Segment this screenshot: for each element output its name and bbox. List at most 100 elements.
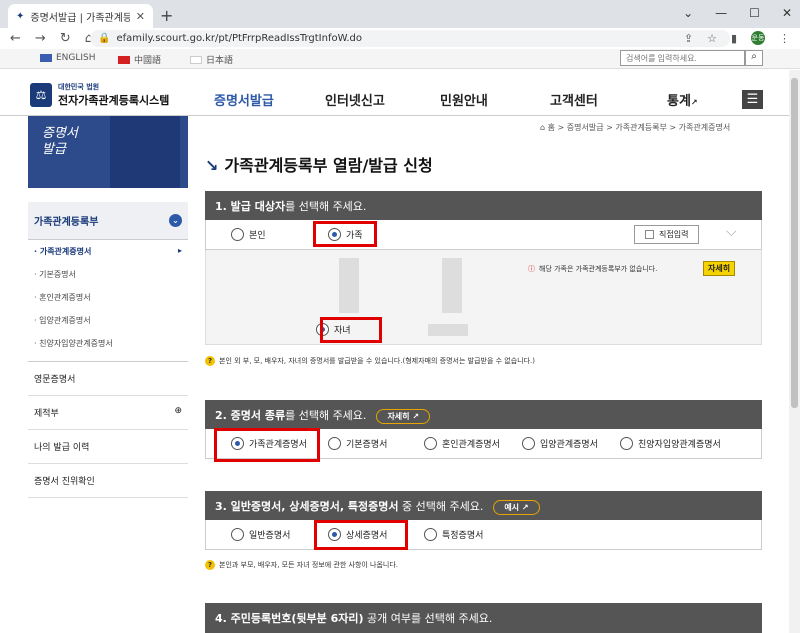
scrollbar-thumb[interactable] xyxy=(791,78,798,408)
highlight-family-cert xyxy=(214,428,320,462)
sidebar-item-label: 증명서 진위확인 xyxy=(34,477,95,487)
sidebar-item-family-cert[interactable]: · 가족관계증명서 ▸ xyxy=(34,240,182,263)
minimize-icon[interactable]: — xyxy=(715,6,727,20)
url-text: efamily.scourt.go.kr/pt/PtFrrpReadIssTrg… xyxy=(116,33,362,44)
close-icon[interactable]: ✕ xyxy=(136,10,145,23)
radio-self[interactable]: 본인 xyxy=(231,228,266,241)
direct-input-button[interactable]: 직접입력 xyxy=(634,225,700,244)
sidebar-item-basic-cert[interactable]: · 기본증명서 xyxy=(34,263,182,286)
step4-bold: 4. 주민등록번호(뒷부분 6자리) xyxy=(215,612,364,625)
sidebar-banner: 증명서 발급 xyxy=(28,116,188,188)
hamburger-menu-icon[interactable]: ☰ xyxy=(742,90,763,109)
question-icon: ? xyxy=(205,560,215,570)
plus-circle-icon[interactable]: ⊕ xyxy=(174,406,182,419)
radio-full-adoption-cert[interactable]: 친양자입양관계증명서 xyxy=(620,437,721,450)
site-logo[interactable]: ⚖ 대한민국 법원 전자가족관계등록시스템 xyxy=(30,82,169,108)
menu-customer-center[interactable]: 고객센터 xyxy=(550,90,598,109)
us-flag-icon xyxy=(40,54,52,62)
step3-options: 일반증명서 상세증명서 특정증명서 xyxy=(205,520,762,550)
sidebar-item-english-cert[interactable]: 영문증명서 xyxy=(28,361,188,396)
search-input[interactable] xyxy=(620,50,745,66)
radio-circle[interactable] xyxy=(620,437,633,450)
radio-label: 친양자입양관계증명서 xyxy=(638,440,721,450)
avatar[interactable]: 운동 xyxy=(751,31,765,45)
radio-marriage-cert[interactable]: 혼인관계증명서 xyxy=(424,437,500,450)
side-panel-icon[interactable]: ▮ xyxy=(731,32,737,45)
radio-specific-cert[interactable]: 특정증명서 xyxy=(424,528,483,541)
sidebar-item-my-history[interactable]: 나의 발급 이력 xyxy=(28,430,188,464)
close-window-icon[interactable]: ✕ xyxy=(782,6,792,20)
lang-chinese[interactable]: 中國語 xyxy=(118,53,161,66)
sidebar-item-adoption-cert[interactable]: · 입양관계증명서 xyxy=(34,309,182,332)
step3-example-button[interactable]: 예시 ↗ xyxy=(493,500,540,515)
sidebar-item-marriage-cert[interactable]: · 혼인관계증명서 xyxy=(34,286,182,309)
radio-circle[interactable] xyxy=(424,528,437,541)
menu-statistics[interactable]: 통계↗ xyxy=(667,90,698,109)
lang-english[interactable]: ENGLISH xyxy=(40,53,96,63)
checkbox-icon xyxy=(645,230,654,239)
bookmark-star-icon[interactable]: ☆ xyxy=(707,32,717,45)
step3-rest: 중 선택해 주세요. xyxy=(398,500,484,513)
radio-circle[interactable] xyxy=(231,228,244,241)
share-icon[interactable]: ⇪ xyxy=(684,32,693,45)
chevron-down-icon[interactable]: ⌄ xyxy=(169,214,182,227)
external-link-icon: ↗ xyxy=(690,98,698,107)
court-emblem-icon: ⚖ xyxy=(30,83,52,107)
sidebar-section-family-register[interactable]: 가족관계등록부 ⌄ xyxy=(28,202,188,240)
expand-chevron-icon[interactable]: ⌵ xyxy=(726,224,737,240)
radio-circle[interactable] xyxy=(231,528,244,541)
step2-rest: 를 선택해 주세요. xyxy=(285,409,367,422)
step2-detail-button[interactable]: 자세히 ↗ xyxy=(376,409,431,424)
chevron-down-icon[interactable]: ⌄ xyxy=(683,6,693,20)
lang-chinese-label: 中國語 xyxy=(134,56,162,66)
direct-input-label: 직접입력 xyxy=(659,230,689,239)
menu-dots-icon[interactable]: ⋮ xyxy=(779,32,790,45)
menu-online-report[interactable]: 인터넷신고 xyxy=(325,90,385,109)
sidebar-item-verify[interactable]: 증명서 진위확인 xyxy=(28,464,188,498)
step2-detail-label: 자세히 xyxy=(387,412,410,421)
vertical-scrollbar[interactable] xyxy=(789,70,800,633)
sidebar: 증명서 발급 가족관계등록부 ⌄ · 가족관계증명서 ▸ · 기본증명서 · 혼인관… xyxy=(28,116,188,633)
radio-circle[interactable] xyxy=(424,437,437,450)
back-icon[interactable]: ← xyxy=(10,31,21,46)
lang-japanese[interactable]: 日本語 xyxy=(190,53,233,66)
page-title-text: 가족관계등록부 열람/발급 신청 xyxy=(224,156,433,175)
question-icon: ? xyxy=(205,356,215,366)
japan-flag-icon xyxy=(190,55,202,64)
step3-note: ? 본인과 부모, 배우자, 모든 자녀 정보에 관한 사항이 나옵니다. xyxy=(205,560,398,570)
sidebar-item-label: 영문증명서 xyxy=(34,375,76,385)
radio-basic-cert[interactable]: 기본증명서 xyxy=(328,437,387,450)
reload-icon[interactable]: ↻ xyxy=(60,31,71,46)
radio-label: 일반증명서 xyxy=(249,531,291,541)
site-header: ⚖ 대한민국 법원 전자가족관계등록시스템 증명서발급 인터넷신고 민원안내 고… xyxy=(0,70,800,116)
detail-badge[interactable]: 자세히 xyxy=(703,261,736,276)
radio-circle[interactable] xyxy=(328,437,341,450)
search-icon[interactable]: ⌕ xyxy=(745,50,763,66)
sidebar-item-removed-register[interactable]: 제적부 ⊕ xyxy=(28,396,188,430)
maximize-icon[interactable]: ☐ xyxy=(749,6,760,20)
menu-civil-guide[interactable]: 민원안내 xyxy=(440,90,488,109)
sidebar-item-full-adoption-cert[interactable]: · 친양자입양관계증명서 xyxy=(34,332,182,355)
radio-label: 혼인관계증명서 xyxy=(442,440,500,450)
blurred-child-info xyxy=(428,324,468,336)
radio-adoption-cert[interactable]: 입양관계증명서 xyxy=(522,437,598,450)
radio-label: 특정증명서 xyxy=(442,531,484,541)
lock-icon: 🔒 xyxy=(98,33,111,44)
url-field[interactable]: 🔒 efamily.scourt.go.kr/pt/PtFrrpReadIssT… xyxy=(90,30,730,47)
browser-tab[interactable]: ✦ 증명서발급 | 가족관계등록부 | 전 ✕ xyxy=(8,4,153,28)
step1-bold: 1. 발급 대상자 xyxy=(215,200,286,213)
sidebar-item-label: 제적부 xyxy=(34,409,59,419)
radio-circle[interactable] xyxy=(522,437,535,450)
menu-statistics-label: 통계 xyxy=(667,94,691,109)
step4-rest: 공개 여부를 선택해 주세요. xyxy=(363,612,493,625)
forward-icon[interactable]: → xyxy=(35,31,46,46)
step3-bold: 3. 일반증명서, 상세증명서, 특정증명서 xyxy=(215,500,399,513)
menu-certificate[interactable]: 증명서발급 xyxy=(214,90,274,109)
highlight-family xyxy=(313,221,377,247)
radio-general-cert[interactable]: 일반증명서 xyxy=(231,528,290,541)
sidebar-item-label: 친양자입양관계증명서 xyxy=(39,339,113,348)
external-link-icon: ↗ xyxy=(521,503,529,512)
new-tab-button[interactable]: + xyxy=(160,6,173,25)
title-marker-icon: ↘ xyxy=(205,156,219,175)
step3-header: 3. 일반증명서, 상세증명서, 특정증명서 중 선택해 주세요. 예시 ↗ xyxy=(205,491,762,520)
